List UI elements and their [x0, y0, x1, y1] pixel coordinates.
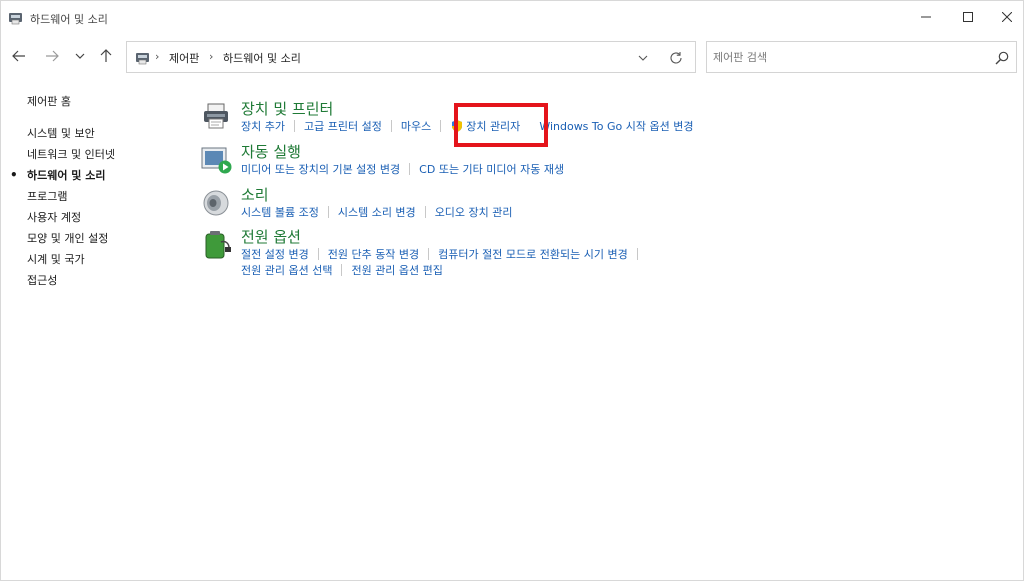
navigation-bar: › 제어판 › 하드웨어 및 소리	[1, 37, 1023, 77]
printer-icon[interactable]	[201, 100, 233, 132]
arrow-left-icon	[12, 50, 25, 62]
sidebar-item-user-accounts[interactable]: 사용자 계정	[27, 207, 177, 228]
hardware-sound-icon	[136, 53, 149, 65]
autoplay-links: 미디어 또는 장치의 기본 설정 변경 CD 또는 기타 미디어 자동 재생	[241, 161, 564, 177]
choose-power-plan-link[interactable]: 전원 관리 옵션 선택	[241, 262, 332, 278]
arrow-right-icon	[46, 50, 59, 62]
breadcrumb-hardware-sound[interactable]: 하드웨어 및 소리	[223, 50, 301, 66]
change-sleep-settings-link[interactable]: 절전 설정 변경	[241, 246, 309, 262]
arrow-up-icon	[100, 49, 112, 62]
device-manager-highlight	[454, 103, 548, 147]
cd-autoplay-link[interactable]: CD 또는 기타 미디어 자동 재생	[419, 161, 564, 177]
link-divider	[317, 248, 319, 260]
breadcrumb-separator-icon[interactable]: ›	[155, 50, 159, 63]
close-button[interactable]	[985, 1, 1024, 33]
category-title-power[interactable]: 전원 옵션	[241, 226, 301, 247]
sidebar-item-network-internet[interactable]: 네트워크 및 인터넷	[27, 144, 177, 165]
minimize-button[interactable]	[904, 1, 948, 33]
sidebar-item-system-security[interactable]: 시스템 및 보안	[27, 123, 177, 144]
search-icon[interactable]	[994, 50, 1010, 66]
sidebar-item-hardware-sound[interactable]: 하드웨어 및 소리	[10, 165, 177, 186]
chevron-down-icon	[638, 55, 648, 61]
category-title-sound[interactable]: 소리	[241, 184, 269, 205]
sidebar-item-appearance[interactable]: 모양 및 개인 설정	[27, 228, 177, 249]
link-divider	[293, 120, 295, 132]
link-divider	[424, 206, 426, 218]
maximize-button[interactable]	[946, 1, 990, 33]
adjust-volume-link[interactable]: 시스템 볼륨 조정	[241, 204, 319, 220]
power-links-row-1: 절전 설정 변경 전원 단추 동작 변경 컴퓨터가 절전 모드로 전환되는 시기 변…	[241, 246, 647, 262]
change-media-defaults-link[interactable]: 미디어 또는 장치의 기본 설정 변경	[241, 161, 400, 177]
back-button[interactable]	[8, 45, 30, 67]
search-input[interactable]	[713, 46, 983, 68]
edit-power-plan-link[interactable]: 전원 관리 옵션 편집	[351, 262, 442, 278]
link-divider	[636, 248, 638, 260]
control-panel-window: 하드웨어 및 소리 › 제어판 › 하드웨어 및 소리 제어판 검색 제어판 홈…	[0, 0, 1024, 581]
sidebar: 제어판 홈 시스템 및 보안 네트워크 및 인터넷 하드웨어 및 소리 프로그램…	[10, 94, 177, 291]
close-icon	[1002, 12, 1012, 22]
breadcrumb-separator-icon[interactable]: ›	[209, 50, 213, 63]
advanced-printer-setup-link[interactable]: 고급 프린터 설정	[304, 118, 382, 134]
add-device-link[interactable]: 장치 추가	[241, 118, 285, 134]
mouse-link[interactable]: 마우스	[401, 118, 431, 134]
link-divider	[409, 163, 411, 175]
title-bar: 하드웨어 및 소리	[1, 1, 1023, 35]
sidebar-item-programs[interactable]: 프로그램	[27, 186, 177, 207]
link-divider	[440, 120, 442, 132]
refresh-button[interactable]	[667, 49, 685, 67]
windows-to-go-link[interactable]: Windows To Go 시작 옵션 변경	[539, 118, 693, 134]
address-bar[interactable]: › 제어판 › 하드웨어 및 소리	[126, 41, 696, 73]
sleep-timing-link[interactable]: 컴퓨터가 절전 모드로 전환되는 시기 변경	[438, 246, 628, 262]
category-title-autoplay[interactable]: 자동 실행	[241, 141, 301, 162]
link-divider	[341, 264, 343, 276]
address-history-button[interactable]	[635, 50, 651, 66]
power-links-row-2: 전원 관리 옵션 선택 전원 관리 옵션 편집	[241, 262, 443, 278]
chevron-down-icon	[75, 53, 85, 59]
minimize-icon	[921, 16, 931, 18]
search-box[interactable]	[706, 41, 1017, 73]
breadcrumb-control-panel[interactable]: 제어판	[169, 50, 199, 66]
power-button-action-link[interactable]: 전원 단추 동작 변경	[328, 246, 419, 262]
change-system-sounds-link[interactable]: 시스템 소리 변경	[338, 204, 416, 220]
sidebar-item-clock-region[interactable]: 시계 및 국가	[27, 249, 177, 270]
battery-icon[interactable]	[201, 228, 233, 260]
maximize-icon	[963, 12, 973, 22]
forward-button[interactable]	[41, 45, 63, 67]
sound-links: 시스템 볼륨 조정 시스템 소리 변경 오디오 장치 관리	[241, 204, 513, 220]
link-divider	[428, 248, 430, 260]
recent-locations-button[interactable]	[69, 45, 91, 67]
speaker-icon[interactable]	[201, 186, 233, 218]
link-divider	[327, 206, 329, 218]
hardware-sound-icon	[9, 13, 22, 25]
link-divider	[390, 120, 392, 132]
refresh-icon	[670, 52, 682, 64]
up-button[interactable]	[95, 45, 117, 67]
sidebar-home-link[interactable]: 제어판 홈	[27, 94, 177, 110]
window-title: 하드웨어 및 소리	[30, 13, 108, 26]
manage-audio-devices-link[interactable]: 오디오 장치 관리	[435, 204, 513, 220]
sidebar-item-accessibility[interactable]: 접근성	[27, 270, 177, 291]
category-title-devices[interactable]: 장치 및 프린터	[241, 98, 333, 119]
autoplay-icon[interactable]	[201, 143, 233, 175]
